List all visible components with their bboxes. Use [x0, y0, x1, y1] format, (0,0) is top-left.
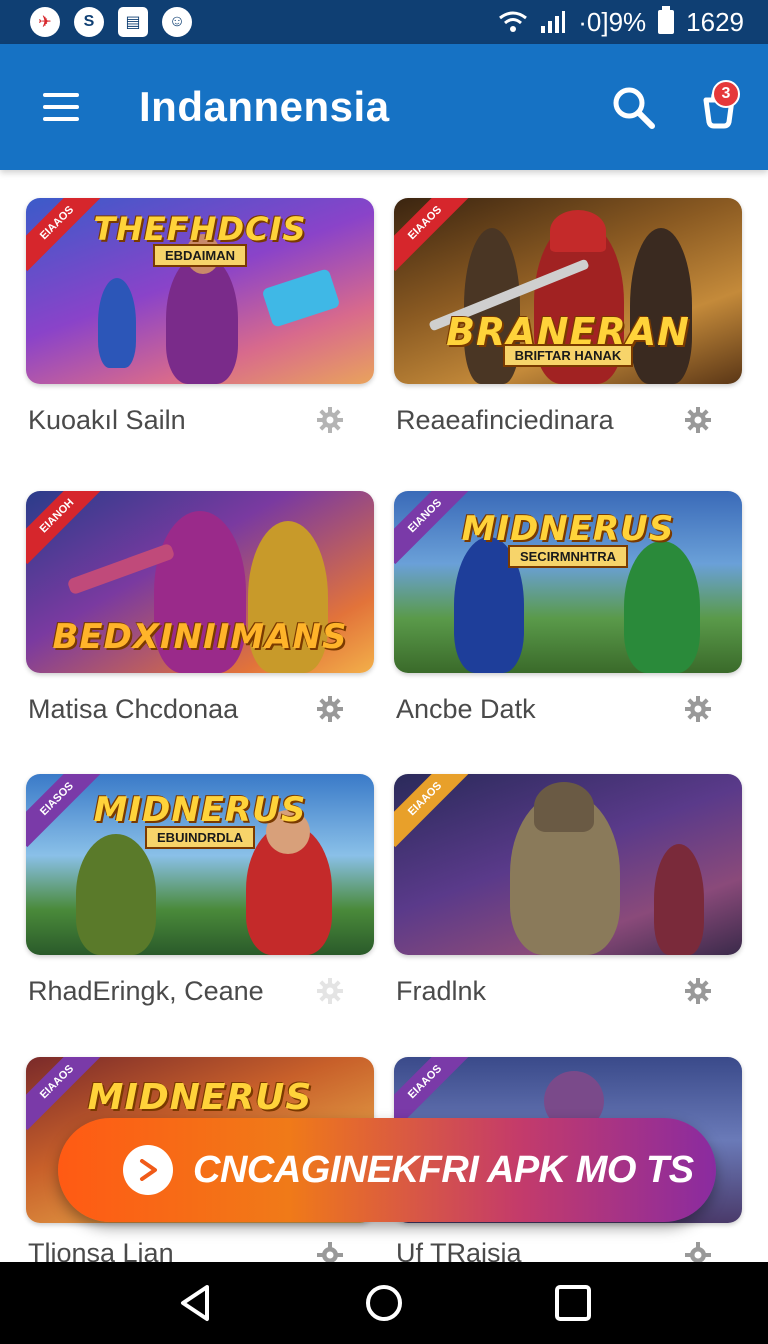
game-thumbnail[interactable]: EIAAOS BRANERAN BRIFTAR HANAK — [394, 198, 742, 384]
game-card[interactable]: EIASOS MIDNERUS EBUINDRDLA RhadEringk, C… — [26, 774, 374, 1027]
back-button[interactable] — [165, 1273, 225, 1333]
gear-icon[interactable] — [316, 406, 344, 434]
play-icon — [123, 1145, 173, 1195]
game-card[interactable]: EIAAOS Fradlnk — [394, 774, 742, 1027]
game-card[interactable]: EIANOS MIDNERUS SECIRMNHTRA Ancbe Datk — [394, 491, 742, 745]
game-card[interactable]: EIANOH BEDXINIIMANS Matisa Chcdonaa — [26, 491, 374, 745]
download-apk-label: CNCAGINEKFRI APK MO TS — [193, 1148, 694, 1191]
shazam-icon: S — [74, 7, 104, 37]
thumbnail-logo: MIDNERUS — [93, 790, 307, 830]
thumbnail-logo: MIDNERUS — [87, 1077, 313, 1118]
battery-icon — [658, 6, 675, 34]
clock: 1629 — [686, 6, 744, 37]
game-title[interactable]: Kuoakıl Sailn — [28, 405, 316, 436]
android-icon: ☺ — [162, 7, 192, 37]
game-card[interactable]: EIAAOS THEFHDCIS EBDAIMAN Kuoakıl Sailn — [26, 198, 374, 456]
thumbnail-subtitle: SECIRMNHTRA — [394, 545, 742, 568]
home-icon — [365, 1285, 402, 1321]
menu-button[interactable] — [43, 93, 79, 121]
home-button[interactable] — [354, 1273, 414, 1333]
game-title[interactable]: Matisa Chcdonaa — [28, 694, 316, 725]
thumbnail-ribbon: EIANOH — [26, 491, 106, 565]
gear-icon[interactable] — [316, 977, 344, 1005]
game-card[interactable]: EIAAOS BRANERAN BRIFTAR HANAK Reaeafinci… — [394, 198, 742, 456]
recents-button[interactable] — [543, 1273, 603, 1333]
app-notification-icon: ✈ — [30, 7, 60, 37]
thumbnail-ribbon: EIAAOS — [394, 774, 474, 848]
page-title: Indannensia — [139, 83, 390, 130]
status-bar: ✈ S ▤ ☺ ·0]9% 1629 — [0, 0, 768, 44]
game-thumbnail[interactable]: EIANOH BEDXINIIMANS — [26, 491, 374, 673]
game-thumbnail[interactable]: EIAAOS — [394, 774, 742, 955]
app-bar: Indannensia — [0, 44, 768, 170]
game-title[interactable]: Fradlnk — [396, 976, 684, 1007]
thumbnail-logo: BEDXINIIMANS — [52, 617, 348, 657]
gear-icon[interactable] — [684, 977, 712, 1005]
thumbnail-subtitle: EBUINDRDLA — [26, 826, 374, 849]
game-thumbnail[interactable]: EIAAOS THEFHDCIS EBDAIMAN — [26, 198, 374, 384]
signal-icon — [541, 11, 566, 33]
game-title[interactable]: Ancbe Datk — [396, 694, 684, 725]
message-icon: ▤ — [118, 7, 148, 37]
system-nav-bar — [0, 1262, 768, 1344]
thumbnail-ribbon: EIAAOS — [394, 198, 474, 272]
recents-icon — [555, 1285, 592, 1321]
search-icon[interactable] — [610, 84, 656, 130]
gear-icon[interactable] — [316, 695, 344, 723]
game-title[interactable]: Reaeafinciedinara — [396, 405, 684, 436]
battery-text: ·0]9% — [578, 6, 647, 37]
back-icon — [180, 1285, 209, 1321]
thumbnail-logo: MIDNERUS — [461, 509, 675, 549]
gear-icon[interactable] — [684, 406, 712, 434]
thumbnail-logo: THEFHDCIS — [93, 210, 307, 248]
download-apk-button[interactable]: CNCAGINEKFRI APK MO TS — [58, 1118, 716, 1222]
game-thumbnail[interactable]: EIASOS MIDNERUS EBUINDRDLA — [26, 774, 374, 955]
thumbnail-subtitle: BRIFTAR HANAK — [394, 344, 742, 367]
game-title[interactable]: RhadEringk, Ceane — [28, 976, 316, 1007]
cart-badge: 3 — [712, 80, 740, 108]
wifi-icon — [499, 11, 528, 32]
thumbnail-subtitle: EBDAIMAN — [26, 244, 374, 267]
gear-icon[interactable] — [684, 695, 712, 723]
game-thumbnail[interactable]: EIANOS MIDNERUS SECIRMNHTRA — [394, 491, 742, 673]
